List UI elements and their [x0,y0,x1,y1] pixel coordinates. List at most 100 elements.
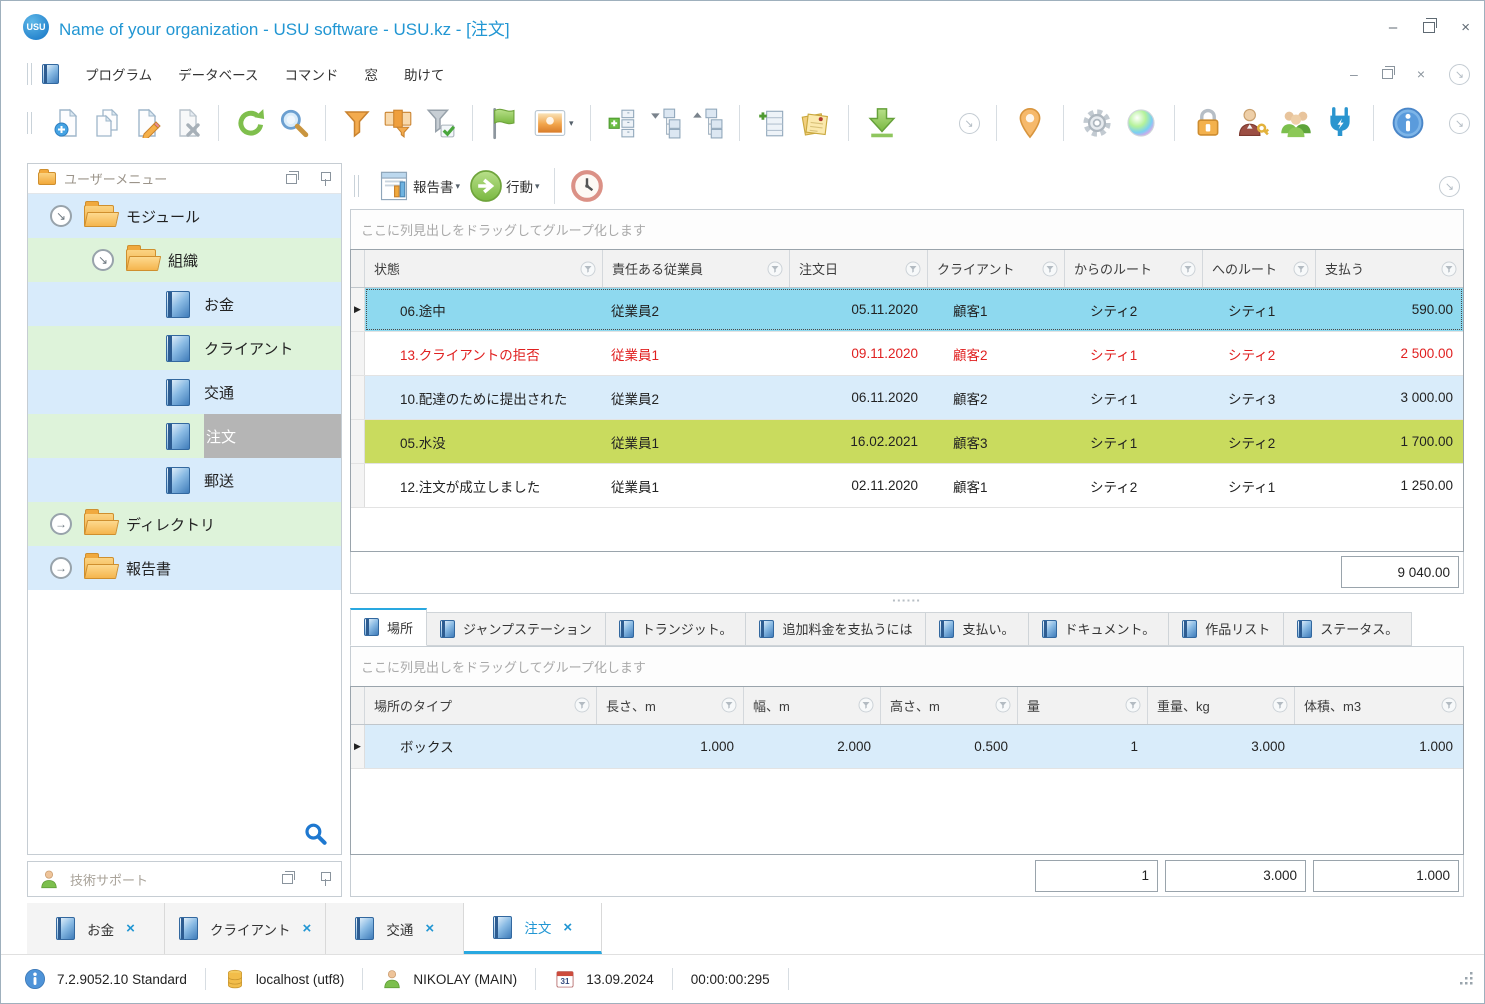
expand-toggle-icon[interactable]: → [50,557,72,579]
column-header-route-from[interactable]: からのルート [1065,250,1203,287]
tree-item-organization[interactable]: ↘ 組織 [28,238,341,282]
tab-payments[interactable]: 支払い。 [926,612,1028,646]
filter-funnel-icon[interactable] [1042,261,1058,277]
order-row[interactable]: 05.水没 従業員1 16.02.2021 顧客3 シティ1 シティ2 1 70… [351,420,1463,464]
users-icon[interactable] [1279,106,1313,140]
delete-record-icon[interactable] [172,108,202,138]
filter-funnel-icon[interactable] [995,697,1011,713]
column-header-payment[interactable]: 支払う [1316,250,1463,287]
notes-icon[interactable] [798,106,832,140]
collapse-tree-icon[interactable] [649,107,681,139]
search-icon[interactable] [277,107,309,139]
tab-statuses[interactable]: ステータス。 [1284,612,1412,646]
filter-funnel-icon[interactable] [905,261,921,277]
column-header-route-to[interactable]: へのルート [1203,250,1316,287]
tree-item-reports[interactable]: → 報告書 [28,546,341,590]
menu-database[interactable]: データベース [178,64,258,84]
orders-group-by-bar[interactable]: ここに列見出しをドラッグしてグループ化します [350,209,1464,249]
filter-funnel-icon[interactable] [1441,697,1457,713]
copy-record-icon[interactable] [92,108,122,138]
add-table-icon[interactable] [756,107,788,139]
collapse-toggle-icon[interactable]: ↘ [92,249,114,271]
close-tab-icon[interactable]: × [425,920,434,937]
filter-funnel-icon[interactable] [721,697,737,713]
doc-tab-transport[interactable]: 交通× [326,903,464,954]
mdi-minimize-button[interactable]: – [1350,66,1358,82]
tree-item-transport[interactable]: 交通 [28,370,341,414]
column-header-length[interactable]: 長さ、m [597,687,744,724]
filter-apply-icon[interactable] [424,107,456,139]
filter-funnel-icon[interactable] [1293,261,1309,277]
appearance-sphere-icon[interactable] [1124,106,1158,140]
column-header-width[interactable]: 幅、m [744,687,881,724]
filter-funnel-icon[interactable] [574,697,590,713]
image-dropdown-arrow[interactable]: ▾ [569,118,574,129]
location-pin-icon[interactable] [1013,106,1047,140]
mdi-overflow-chevron-icon[interactable]: ↘ [1449,64,1470,85]
column-header-volume[interactable]: 体積、m3 [1295,687,1463,724]
menu-command[interactable]: コマンド [284,64,338,84]
support-panel[interactable]: 技術サポート [27,861,342,897]
image-button[interactable]: ▾ [533,106,574,140]
lock-icon[interactable] [1191,106,1225,140]
flag-icon[interactable] [489,106,523,140]
column-header-place-type[interactable]: 場所のタイプ [365,687,597,724]
support-float-button[interactable] [282,874,293,884]
column-header-height[interactable]: 高さ、m [881,687,1018,724]
horizontal-splitter[interactable]: ▪▪▪▪▪▪ [350,594,1464,608]
support-pin-button[interactable] [319,872,331,886]
toolbar-grip[interactable] [354,175,359,197]
tab-jump-stations[interactable]: ジャンプステーション [427,612,606,646]
tab-transit[interactable]: トランジット。 [606,612,747,646]
filter-funnel-icon[interactable] [580,261,596,277]
toolbar-overflow-chevron-icon[interactable]: ↘ [959,113,980,134]
timer-clock-icon[interactable] [569,168,605,204]
close-tab-icon[interactable]: × [563,919,572,936]
expand-toggle-icon[interactable]: → [50,513,72,535]
action-button[interactable]: 行動 ▾ [468,168,540,204]
info-icon[interactable] [1390,105,1426,141]
settings-gear-icon[interactable] [1080,106,1114,140]
filter-funnel-icon[interactable] [1180,261,1196,277]
place-row[interactable]: ▶ ボックス 1.000 2.000 0.500 1 3.000 1.000 [351,725,1463,769]
resize-grip-icon[interactable] [1458,970,1474,986]
tab-places[interactable]: 場所 [350,608,427,646]
menu-help[interactable]: 助けて [404,64,445,84]
close-button[interactable]: × [1461,20,1470,35]
filter-funnel-icon[interactable] [767,261,783,277]
expand-tree-icon[interactable] [691,107,723,139]
mdi-restore-button[interactable] [1382,69,1393,79]
filter-funnel-icon[interactable] [858,697,874,713]
import-icon[interactable] [865,106,899,140]
collapse-toggle-icon[interactable]: ↘ [50,205,72,227]
filter-funnel-icon[interactable] [1441,261,1457,277]
edit-record-icon[interactable] [132,108,162,138]
filter-selection-icon[interactable] [382,107,414,139]
tree-item-clients[interactable]: クライアント [28,326,341,370]
sidebar-float-button[interactable] [286,174,297,184]
column-header-quantity[interactable]: 量 [1018,687,1148,724]
close-tab-icon[interactable]: × [302,920,311,937]
filter-icon[interactable] [342,108,372,138]
filter-funnel-icon[interactable] [1125,697,1141,713]
tree-item-orders[interactable]: 注文 [28,414,341,458]
add-record-icon[interactable] [52,108,82,138]
order-row[interactable]: ▶ 06.途中 従業員2 05.11.2020 顧客1 シティ2 シティ1 59… [351,288,1463,332]
order-row[interactable]: 12.注文が成立しました 従業員1 02.11.2020 顧客1 シティ2 シテ… [351,464,1463,508]
tab-surcharges[interactable]: 追加料金を支払うには [746,612,926,646]
toolbar-grip[interactable] [27,112,32,134]
column-header-client[interactable]: クライアント [928,250,1065,287]
tree-item-mail[interactable]: 郵送 [28,458,341,502]
actions-overflow-chevron-icon[interactable]: ↘ [1439,176,1460,197]
close-tab-icon[interactable]: × [126,920,135,937]
menu-program[interactable]: プログラム [85,64,152,84]
order-row[interactable]: 10.配達のために提出された 従業員2 06.11.2020 顧客2 シティ1 … [351,376,1463,420]
doc-tab-money[interactable]: お金× [27,903,165,954]
tree-item-modules[interactable]: ↘ モジュール [28,194,341,238]
places-group-by-bar[interactable]: ここに列見出しをドラッグしてグループ化します [350,646,1464,686]
filter-funnel-icon[interactable] [1272,697,1288,713]
user-permissions-icon[interactable] [1235,106,1269,140]
reports-button[interactable]: 報告書 ▾ [377,169,460,203]
column-header-weight[interactable]: 重量、kg [1148,687,1295,724]
plugin-plug-icon[interactable] [1323,106,1357,140]
